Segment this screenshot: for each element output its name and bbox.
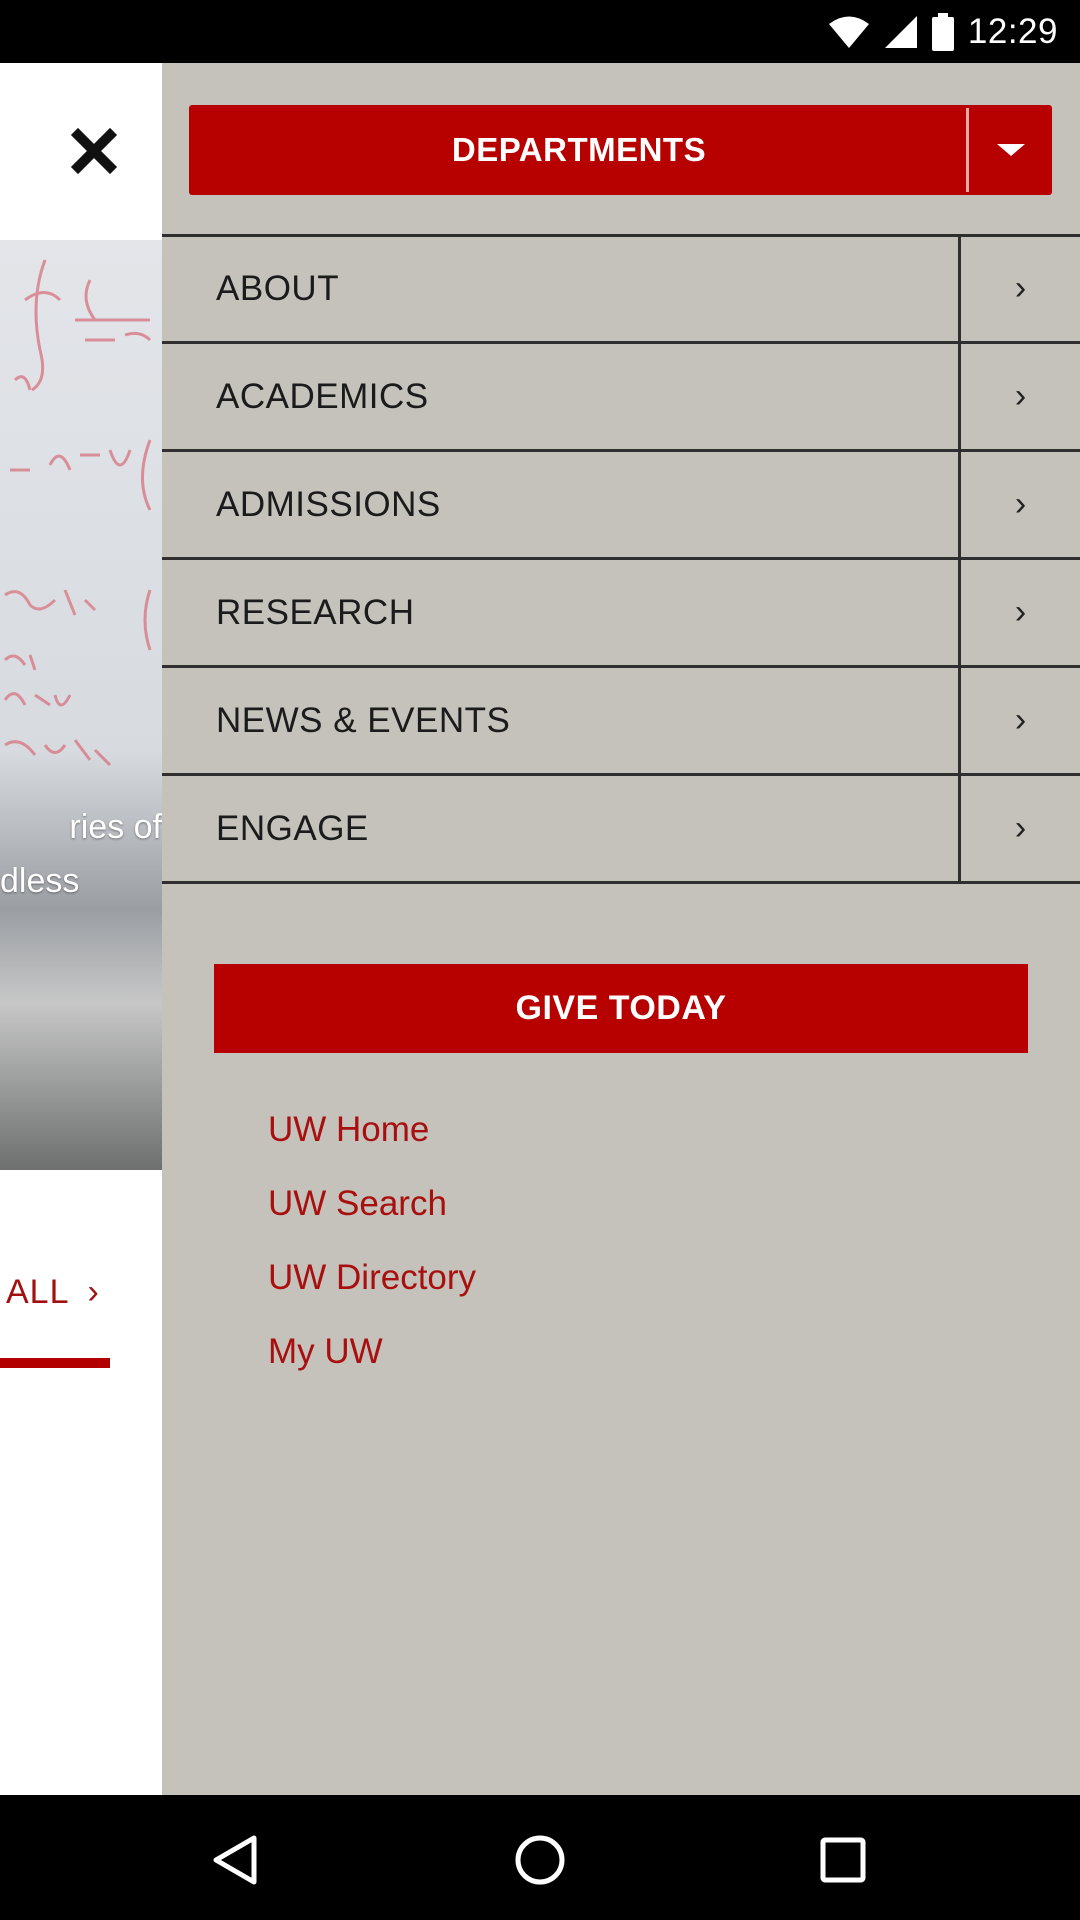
departments-label: DEPARTMENTS (451, 131, 707, 168)
menu-item-label: ACADEMICS (216, 376, 429, 416)
header-area (0, 63, 162, 239)
menu-item-news-events[interactable]: NEWS & EVENTS › (162, 668, 1080, 776)
chevron-right-icon[interactable]: › (961, 560, 1080, 665)
system-nav-bar (0, 1795, 1080, 1920)
see-all-link[interactable]: ALL › (6, 1273, 100, 1312)
link-my-uw[interactable]: My UW (268, 1315, 476, 1389)
see-all-underline (0, 1358, 110, 1368)
nav-drawer: DEPARTMENTS ABOUT › ACADEMICS › ADMISSIO… (162, 63, 1080, 1795)
battery-icon (931, 13, 954, 51)
chevron-right-icon[interactable]: › (961, 452, 1080, 557)
chevron-right-icon[interactable]: › (961, 776, 1080, 881)
menu-item-about[interactable]: ABOUT › (162, 236, 1080, 344)
menu-item-academics[interactable]: ACADEMICS › (162, 344, 1080, 452)
status-icons: 12:29 (828, 10, 1058, 54)
menu-item-label: NEWS & EVENTS (216, 700, 511, 740)
see-all-label: ALL (6, 1273, 70, 1311)
link-uw-home[interactable]: UW Home (268, 1093, 476, 1167)
give-today-button[interactable]: GIVE TODAY (214, 964, 1028, 1053)
recents-button[interactable] (808, 1825, 878, 1895)
link-uw-search[interactable]: UW Search (268, 1167, 476, 1241)
hero-caption: ries of dless (0, 800, 162, 908)
home-button[interactable] (505, 1825, 575, 1895)
recents-square-icon (820, 1837, 866, 1883)
back-button[interactable] (200, 1825, 270, 1895)
menu-item-label: ADMISSIONS (216, 484, 441, 524)
link-uw-directory[interactable]: UW Directory (268, 1241, 476, 1315)
menu-item-label: ABOUT (216, 268, 340, 308)
background-page: ries of dless ALL › (0, 63, 162, 1795)
menu-item-research[interactable]: RESEARCH › (162, 560, 1080, 668)
caret-down-icon (996, 144, 1025, 156)
menu-item-label: ENGAGE (216, 808, 369, 848)
menu-item-admissions[interactable]: ADMISSIONS › (162, 452, 1080, 560)
hero-caption-line: dless (0, 862, 80, 900)
chevron-right-icon[interactable]: › (961, 344, 1080, 449)
chevron-right-icon: › (87, 1273, 100, 1311)
hero-image: ries of dless (0, 240, 162, 1170)
home-circle-icon (515, 1835, 565, 1885)
menu-item-label: RESEARCH (216, 592, 415, 632)
wifi-icon (828, 16, 869, 48)
utility-links: UW Home UW Search UW Directory My UW (268, 1093, 476, 1389)
main-menu: ABOUT › ACADEMICS › ADMISSIONS › RESEARC… (162, 236, 1080, 884)
back-triangle-icon (213, 1835, 257, 1885)
chevron-right-icon[interactable]: › (961, 236, 1080, 341)
status-bar: 12:29 (0, 0, 1080, 63)
close-icon[interactable] (70, 127, 118, 175)
chevron-right-icon[interactable]: › (961, 668, 1080, 773)
cell-signal-icon (884, 16, 917, 48)
status-time: 12:29 (967, 12, 1058, 51)
menu-item-engage[interactable]: ENGAGE › (162, 776, 1080, 884)
departments-dropdown-button[interactable]: DEPARTMENTS (189, 105, 1052, 195)
departments-caret[interactable] (969, 105, 1052, 195)
hero-caption-line: ries of (69, 808, 162, 846)
